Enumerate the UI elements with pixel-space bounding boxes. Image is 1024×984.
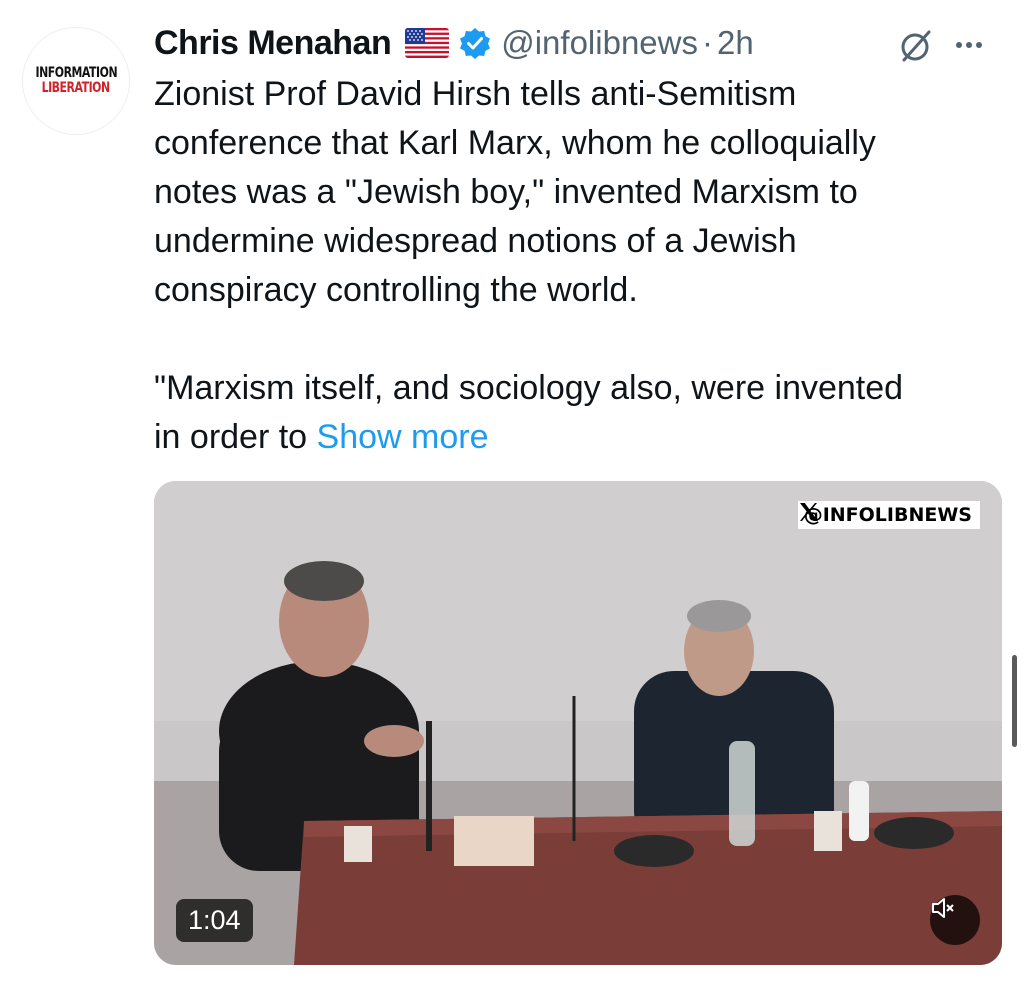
avatar-logo-line2: LIBERATION <box>41 80 111 96</box>
author-name[interactable]: Chris Menahan <box>154 24 392 63</box>
watermark-handle: @INFOLIBNEWS <box>803 504 972 526</box>
tweet-header: Chris Menahan @infolibnews · 2h <box>154 20 754 66</box>
video-watermark: @INFOLIBNEWS <box>797 501 980 529</box>
verified-badge-icon <box>459 27 491 59</box>
speaker-muted-icon[interactable] <box>930 895 980 945</box>
separator-dot: · <box>701 24 713 61</box>
tweet-text: Zionist Prof David Hirsh tells anti-Semi… <box>154 70 1014 462</box>
tweet-paragraph-1: Zionist Prof David Hirsh tells anti-Semi… <box>154 75 876 309</box>
video-player[interactable]: @INFOLIBNEWS 1:04 <box>154 481 1002 965</box>
tweet-paragraph-2-text: "Marxism itself, and sociology also, wer… <box>154 369 904 456</box>
grok-icon[interactable] <box>896 26 936 66</box>
video-frame <box>154 481 1002 965</box>
scrollbar[interactable] <box>1012 655 1017 747</box>
tweet-timestamp[interactable]: 2h <box>717 24 754 62</box>
avatar[interactable]: INFORMATION LIBERATION <box>22 27 130 135</box>
avatar-logo-line1: INFORMATION <box>35 65 117 81</box>
author-handle[interactable]: @infolibnews <box>501 24 698 62</box>
tweet-paragraph-2: "Marxism itself, and sociology also, wer… <box>154 364 1014 462</box>
show-more-link[interactable]: Show more <box>317 418 489 456</box>
more-options-icon[interactable] <box>956 42 982 48</box>
x-logo-icon <box>799 503 818 521</box>
video-duration: 1:04 <box>176 899 253 942</box>
us-flag-icon <box>405 28 450 58</box>
